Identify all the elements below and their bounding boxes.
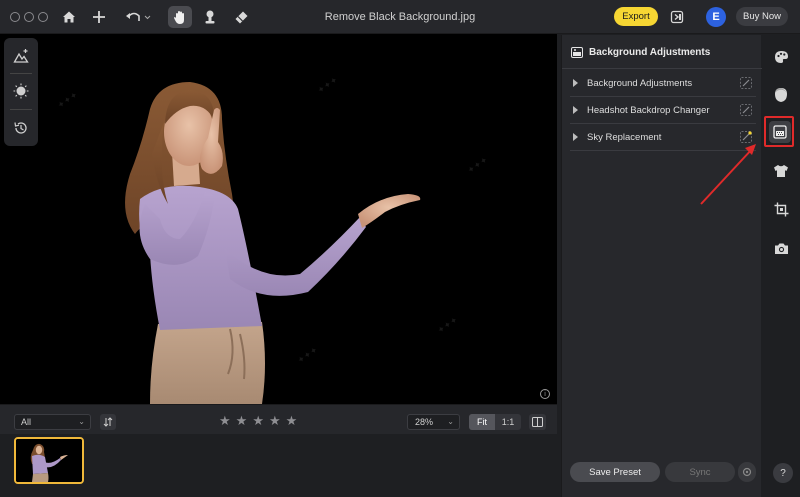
plus-icon[interactable] (89, 8, 109, 26)
sync-button[interactable]: Sync (665, 462, 735, 482)
svg-text:✦✦✦: ✦✦✦ (55, 89, 80, 110)
caret-right-icon (573, 133, 578, 141)
svg-text:✦✦✦: ✦✦✦ (435, 314, 460, 335)
left-tool-palette (4, 38, 38, 146)
caret-right-icon (573, 79, 578, 87)
fit-button[interactable]: Fit (469, 414, 495, 430)
buy-now-button[interactable]: Buy Now (736, 7, 788, 26)
zoom-fit-toggle: Fit 1:1 (469, 414, 521, 430)
filter-value: All (21, 417, 32, 427)
filmstrip-thumbnail[interactable] (14, 437, 84, 484)
stamp-icon[interactable] (200, 8, 220, 26)
sync-settings-button[interactable] (738, 462, 756, 482)
one-to-one-button[interactable]: 1:1 (495, 414, 521, 430)
filter-dropdown[interactable]: All ⌄ (14, 414, 91, 430)
title-bar: Remove Black Background.jpg Export E Buy… (0, 0, 800, 34)
filmstrip (0, 434, 557, 497)
tool-divider (10, 73, 32, 74)
crop-icon[interactable] (773, 201, 789, 217)
eraser-icon[interactable] (231, 8, 251, 26)
row-label: Sky Replacement (587, 132, 662, 143)
window-zoom-button[interactable] (38, 12, 48, 22)
panel-header: Background Adjustments (562, 35, 762, 69)
caret-right-icon (573, 106, 578, 114)
compare-icon (532, 417, 543, 427)
home-icon[interactable] (59, 8, 79, 26)
background-icon (773, 125, 787, 139)
adjustment-row-headshot-backdrop-changer[interactable]: Headshot Backdrop Changer (570, 97, 756, 124)
hand-tool-button[interactable] (168, 6, 192, 28)
export-button[interactable]: Export (614, 7, 658, 26)
shirt-icon[interactable] (773, 163, 789, 179)
star-icon[interactable]: ★ (252, 413, 264, 429)
star-rating: ★ ★ ★ ★ ★ (219, 413, 297, 429)
adjustment-row-background-adjustments[interactable]: Background Adjustments (570, 70, 756, 97)
annotation-arrow (700, 144, 756, 205)
panel-title: Background Adjustments (589, 47, 711, 58)
camera-icon[interactable] (773, 240, 789, 256)
star-icon[interactable]: ★ (219, 413, 231, 429)
history-icon[interactable] (11, 118, 31, 138)
zoom-dropdown[interactable]: 28% ⌄ (407, 414, 460, 430)
star-icon[interactable]: ★ (269, 413, 281, 429)
svg-text:✦✦✦: ✦✦✦ (315, 74, 340, 95)
background-module-button[interactable] (769, 121, 791, 143)
face-icon[interactable] (773, 87, 789, 103)
sort-button[interactable] (100, 414, 116, 430)
tool-divider (10, 109, 32, 110)
info-icon[interactable]: i (540, 389, 550, 399)
palette-icon[interactable] (773, 49, 789, 65)
avatar[interactable]: E (706, 7, 726, 27)
row-label: Background Adjustments (587, 78, 693, 89)
background-icon (571, 47, 583, 58)
sort-icon (103, 417, 113, 427)
zoom-value: 28% (415, 417, 434, 427)
svg-text:✦✦✦: ✦✦✦ (295, 344, 320, 365)
mountain-sparkle-icon[interactable] (11, 46, 31, 66)
window-close-button[interactable] (10, 12, 20, 22)
row-label: Headshot Backdrop Changer (587, 105, 710, 116)
gear-icon (742, 467, 752, 477)
chevron-down-icon: ⌄ (447, 417, 454, 426)
photo-woman-shush-gesture: ✦✦✦ ✦✦✦ ✦✦✦ ✦✦✦ ✦✦✦ (55, 74, 490, 404)
thumbnail-image (16, 439, 82, 482)
chevron-down-icon: ⌄ (78, 417, 85, 426)
star-icon[interactable]: ★ (236, 413, 248, 429)
magic-wand-icon[interactable] (740, 77, 752, 89)
window-minimize-button[interactable] (24, 12, 34, 22)
sun-icon[interactable] (11, 81, 31, 101)
compare-button[interactable] (529, 414, 546, 430)
module-rail (762, 35, 800, 497)
save-preset-button[interactable]: Save Preset (570, 462, 660, 482)
magic-wand-icon[interactable] (740, 104, 752, 116)
help-button[interactable]: ? (773, 463, 793, 483)
image-canvas[interactable]: ✦✦✦ ✦✦✦ ✦✦✦ ✦✦✦ ✦✦✦ (0, 34, 557, 404)
bottom-toolbar: All ⌄ ★ ★ ★ ★ ★ 28% ⌄ Fit 1:1 (0, 404, 557, 434)
hand-icon (174, 10, 184, 24)
svg-text:✦✦✦: ✦✦✦ (465, 154, 490, 175)
share-icon[interactable] (667, 8, 687, 26)
adjustments-panel: Background Adjustments Background Adjust… (561, 35, 762, 497)
star-icon[interactable]: ★ (286, 413, 298, 429)
undo-icon[interactable] (124, 8, 152, 26)
